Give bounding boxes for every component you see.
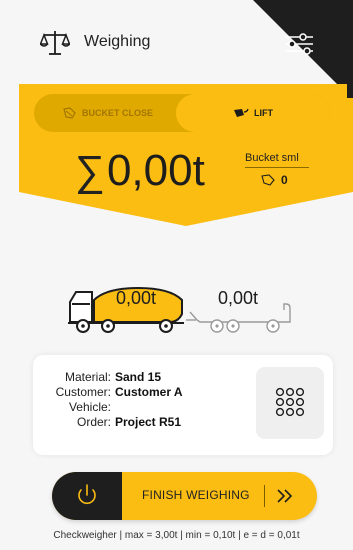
finish-weighing-button[interactable]: FINISH WEIGHING bbox=[52, 472, 317, 520]
bucket-icon bbox=[261, 174, 275, 186]
info-row-customer: Customer: Customer A bbox=[33, 385, 183, 400]
panel-corner-edge bbox=[347, 84, 353, 98]
truck-trailer-illustration bbox=[68, 286, 291, 333]
vehicle-weights: 0,00t 0,00t bbox=[66, 284, 298, 334]
page-title: Weighing bbox=[84, 33, 151, 50]
total-weight: ∑ 0,00t bbox=[75, 146, 205, 196]
bucket-count: 0 bbox=[261, 173, 288, 187]
total-weight-value: 0,00t bbox=[106, 146, 205, 195]
power-icon bbox=[78, 484, 96, 505]
bucket-lift-icon bbox=[234, 108, 249, 117]
trailer-weight: 0,00t bbox=[218, 288, 259, 308]
order-info-list: Material: Sand 15 Customer: Customer A V… bbox=[33, 370, 183, 430]
keypad-icon bbox=[275, 387, 305, 417]
info-label: Vehicle: bbox=[68, 400, 111, 414]
finish-weighing-label: FINISH WEIGHING bbox=[142, 488, 250, 502]
info-value: Customer A bbox=[115, 385, 183, 399]
order-info-card: Material: Sand 15 Customer: Customer A V… bbox=[33, 355, 333, 455]
lift-label: LIFT bbox=[254, 108, 273, 118]
bucket-close-option[interactable]: BUCKET CLOSE bbox=[34, 94, 182, 132]
weighing-screen: Weighing BUCKET CLOSE LIFT ∑ 0,00t Bucke… bbox=[0, 0, 353, 550]
header: Weighing bbox=[0, 0, 353, 84]
info-value: Sand 15 bbox=[115, 370, 162, 384]
info-row-material: Material: Sand 15 bbox=[33, 370, 183, 385]
double-chevron-right-icon bbox=[277, 489, 293, 503]
bucket-size-label: Bucket sml bbox=[245, 152, 299, 164]
bucket-icon bbox=[63, 107, 76, 119]
info-value: Project R51 bbox=[115, 415, 182, 429]
keypad-button[interactable] bbox=[256, 367, 324, 439]
info-row-order: Order: Project R51 bbox=[33, 415, 183, 430]
divider bbox=[264, 485, 265, 507]
checkweigher-info: Checkweigher | max = 3,00t | min = 0,10t… bbox=[53, 530, 300, 541]
sigma-icon: ∑ bbox=[75, 146, 105, 195]
info-label: Material: bbox=[64, 370, 111, 384]
scale-icon bbox=[40, 31, 70, 55]
filter-sliders-icon[interactable] bbox=[281, 28, 317, 60]
info-value bbox=[111, 400, 115, 415]
divider bbox=[245, 167, 309, 168]
info-row-vehicle: Vehicle: bbox=[33, 400, 183, 415]
weight-summary-panel: BUCKET CLOSE LIFT ∑ 0,00t Bucket sml 0 bbox=[19, 84, 353, 244]
info-label: Order: bbox=[76, 415, 111, 429]
bucket-count-value: 0 bbox=[281, 173, 288, 187]
mode-toggle: BUCKET CLOSE LIFT bbox=[34, 94, 330, 132]
info-label: Customer: bbox=[55, 385, 111, 399]
lift-option[interactable]: LIFT bbox=[176, 94, 330, 132]
power-button[interactable] bbox=[52, 472, 122, 520]
bucket-close-label: BUCKET CLOSE bbox=[81, 108, 153, 118]
truck-weight: 0,00t bbox=[116, 288, 157, 308]
